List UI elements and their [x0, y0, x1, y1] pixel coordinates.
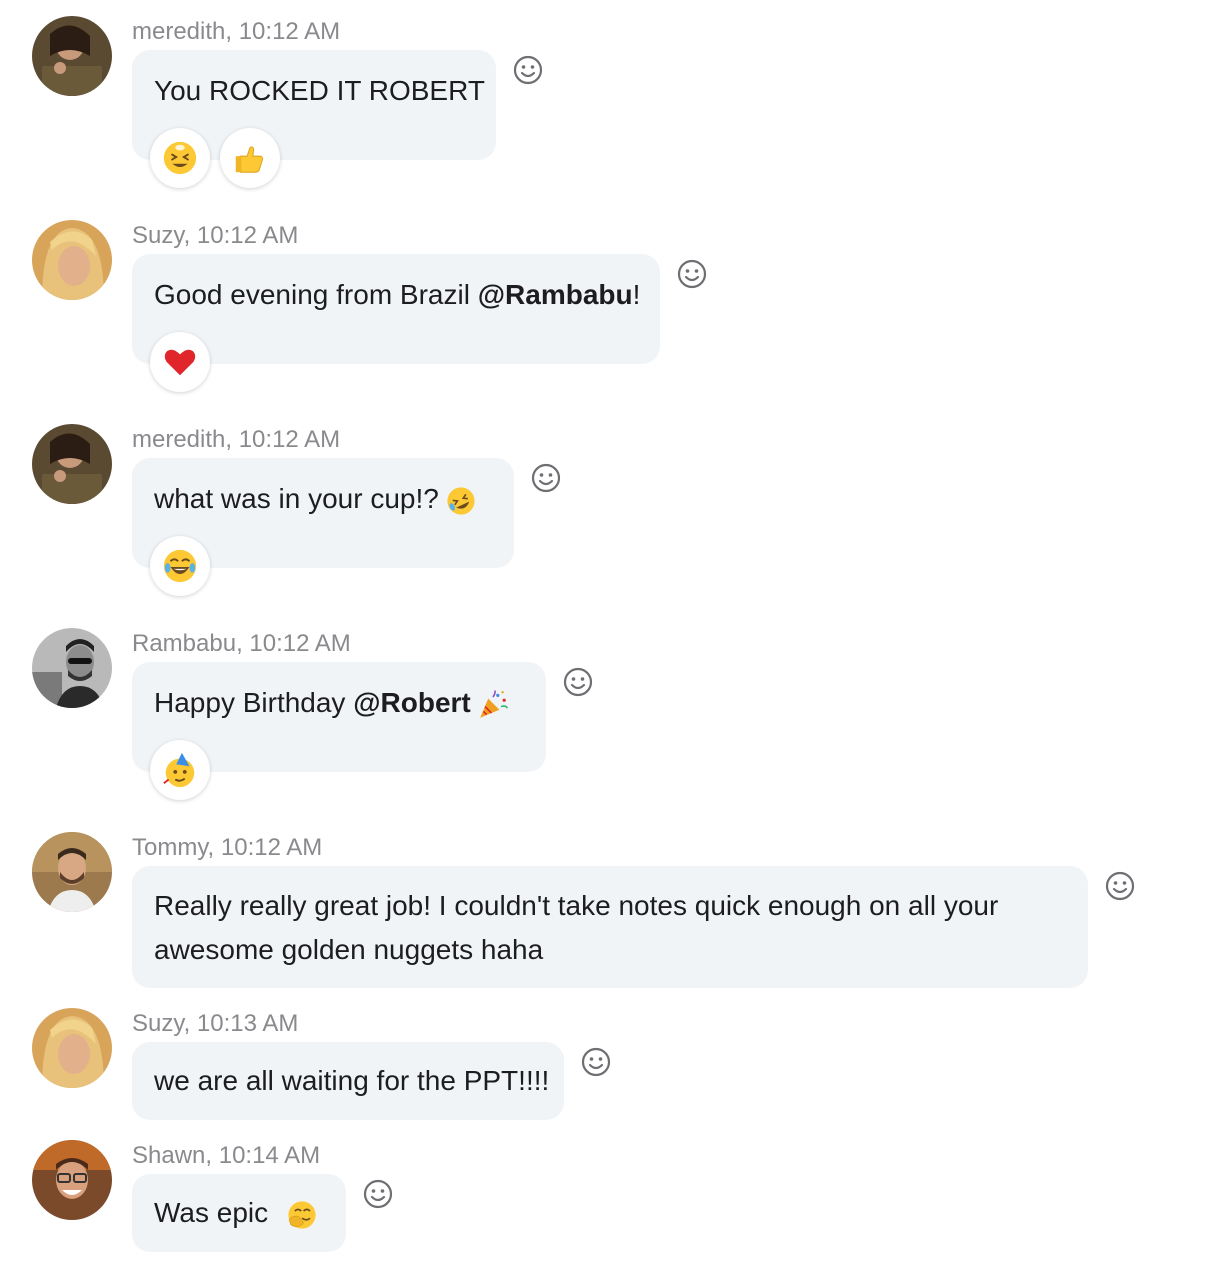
message-meta: meredith, 10:12 AM — [132, 426, 341, 453]
reactions — [150, 332, 210, 392]
partying-face-emoji — [163, 752, 195, 788]
message-text-body: Was epic — [154, 1197, 269, 1228]
message-text-line-1: Really really great job! I couldn't take… — [154, 890, 999, 921]
avatar-tommy[interactable] — [32, 832, 112, 912]
reaction-smiling-squint[interactable] — [150, 128, 210, 188]
message-bubble: Was epic — [132, 1174, 346, 1252]
message-text-end: ! — [632, 279, 641, 310]
add-reaction-icon[interactable] — [512, 54, 544, 86]
message-text: You ROCKED IT ROBERT — [154, 75, 485, 106]
message-bubble: Happy Birthday @Robert — [132, 662, 546, 800]
message-meta: Suzy, 10:12 AM — [132, 222, 299, 249]
add-reaction-icon[interactable] — [1104, 870, 1136, 902]
red-heart-emoji — [164, 349, 196, 376]
message-meta: Shawn, 10:14 AM — [132, 1142, 321, 1169]
avatar-meredith[interactable] — [32, 424, 112, 504]
message-text: Good evening from Brazil @Rambabu! — [154, 278, 640, 312]
add-reaction-icon[interactable] — [580, 1046, 612, 1078]
message-text: Really really great job! I couldn't take… — [154, 884, 998, 972]
reactions — [150, 536, 210, 596]
reaction-thumbs-up[interactable] — [220, 128, 280, 188]
reaction-heart[interactable] — [150, 332, 210, 392]
reaction-partying-face[interactable] — [150, 740, 210, 800]
reaction-tears-of-joy[interactable] — [150, 536, 210, 596]
add-reaction-icon[interactable] — [530, 462, 562, 494]
avatar-meredith[interactable] — [32, 16, 112, 96]
message-text-line-2: awesome golden nuggets haha — [154, 934, 544, 965]
message-text-body: what was in your cup!? — [154, 483, 439, 514]
avatar-suzy[interactable] — [32, 220, 112, 300]
tears-of-joy-face-emoji — [161, 547, 199, 585]
rolling-on-floor-laughing-emoji — [445, 485, 477, 517]
mention[interactable]: @Robert — [353, 687, 471, 718]
smiling-squint-face-emoji — [161, 139, 199, 177]
avatar-shawn[interactable] — [32, 1140, 112, 1220]
thumbs-up-emoji — [235, 146, 264, 173]
party-popper-emoji — [477, 689, 509, 721]
message-meta: Tommy, 10:12 AM — [132, 834, 323, 861]
avatar-suzy[interactable] — [32, 1008, 112, 1088]
reactions — [150, 128, 280, 188]
reactions — [150, 740, 210, 800]
message-meta: Rambabu, 10:12 AM — [132, 630, 351, 657]
face-with-hand-over-mouth-emoji — [286, 1199, 318, 1231]
message-text: what was in your cup!? — [154, 482, 477, 517]
add-reaction-icon[interactable] — [362, 1178, 394, 1210]
message-bubble: what was in your cup!? — [132, 458, 514, 596]
message-text-start: Good evening from Brazil — [154, 279, 478, 310]
message-text: we are all waiting for the PPT!!!! — [154, 1065, 550, 1096]
message-text: Was epic — [154, 1196, 318, 1231]
mention[interactable]: @Rambabu — [478, 279, 633, 310]
message-bubble: we are all waiting for the PPT!!!! — [132, 1042, 564, 1120]
message-text-start: Happy Birthday — [154, 687, 354, 718]
message-bubble: Really really great job! I couldn't take… — [132, 866, 1088, 988]
message-text: Happy Birthday @Robert — [154, 686, 509, 721]
add-reaction-icon[interactable] — [562, 666, 594, 698]
message-meta: meredith, 10:12 AM — [132, 18, 341, 45]
add-reaction-icon[interactable] — [676, 258, 708, 290]
avatar-rambabu[interactable] — [32, 628, 112, 708]
message-bubble: Good evening from Brazil @Rambabu! — [132, 254, 660, 392]
message-bubble: You ROCKED IT ROBERT — [132, 50, 496, 188]
message-meta: Suzy, 10:13 AM — [132, 1010, 299, 1037]
